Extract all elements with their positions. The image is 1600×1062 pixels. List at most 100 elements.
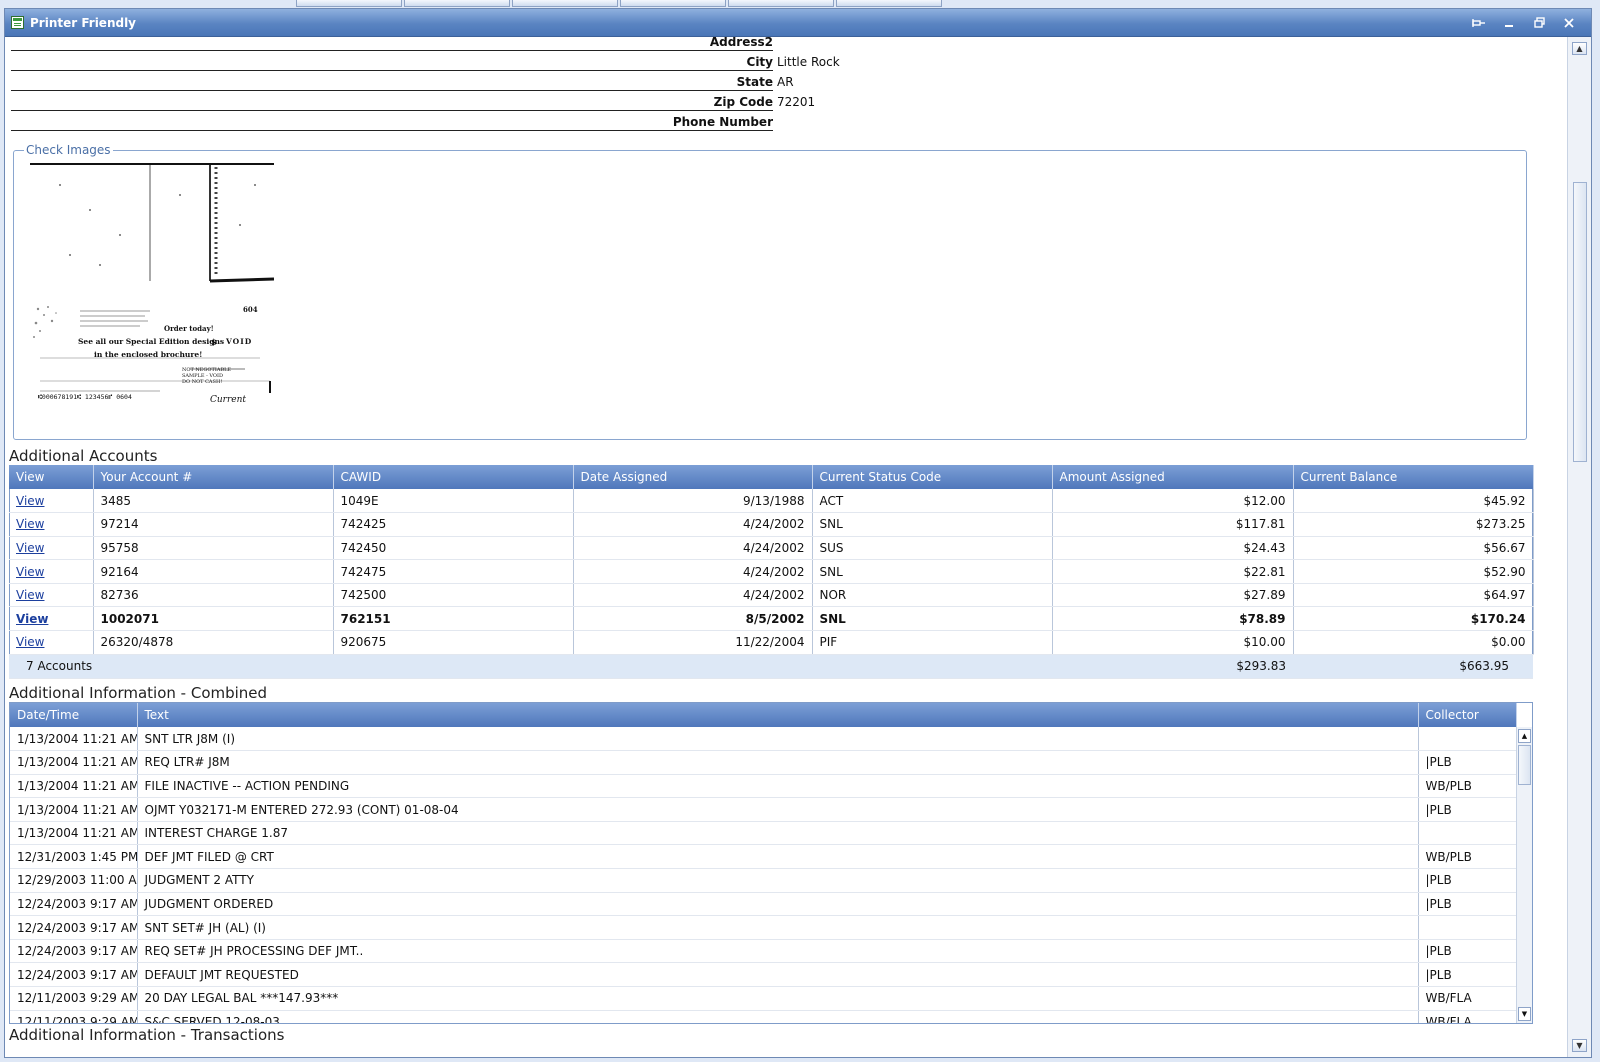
cawid: 742425	[333, 512, 574, 537]
spreadsheet-icon	[11, 16, 24, 29]
current-balance: $45.92	[1293, 489, 1534, 514]
printer-friendly-window: Printer Friendly Address2 City Little Ro…	[4, 8, 1592, 1058]
status-code: PIF	[812, 630, 1053, 655]
title-bar[interactable]: Printer Friendly	[5, 9, 1591, 37]
top-tab[interactable]	[404, 0, 510, 7]
accounts-count: 7 Accounts	[9, 654, 333, 679]
col-text[interactable]: Text	[137, 703, 1419, 727]
current-balance: $0.00	[1293, 630, 1534, 655]
account-number: 92164	[93, 559, 334, 584]
info-collector: |PLB	[1418, 868, 1517, 893]
info-row: 12/24/2003 9:17 AM SNT SET# JH (AL) (I)	[10, 915, 1517, 940]
amount-assigned: $10.00	[1052, 630, 1294, 655]
info-collector: WB/FLA	[1418, 1010, 1517, 1023]
scroll-up-icon[interactable]: ▲	[1572, 42, 1587, 55]
top-tab[interactable]	[296, 0, 402, 7]
info-collector: |PLB	[1418, 892, 1517, 917]
scroll-up-icon[interactable]: ▲	[1518, 729, 1531, 743]
info-row: 12/29/2003 11:00 AM JUDGMENT 2 ATTY |PLB	[10, 868, 1517, 893]
col-datetime[interactable]: Date/Time	[10, 703, 138, 727]
current-balance: $273.25	[1293, 512, 1534, 537]
info-collector: |PLB	[1418, 750, 1517, 775]
status-code: SNL	[812, 559, 1053, 584]
top-tab[interactable]	[512, 0, 618, 7]
check-front-image[interactable]: 604 Order today! See all our Special Edi…	[30, 301, 276, 413]
info-collector: WB/FLA	[1418, 986, 1517, 1011]
info-row: 12/24/2003 9:17 AM JUDGMENT ORDERED |PLB	[10, 892, 1517, 917]
combined-scroll-thumb[interactable]	[1518, 745, 1531, 785]
col-amount-assigned[interactable]: Amount Assigned	[1052, 465, 1294, 489]
restore-icon[interactable]	[1531, 15, 1547, 31]
view-link[interactable]: View	[16, 635, 44, 649]
date-assigned: 4/24/2002	[573, 512, 813, 537]
minimize-icon[interactable]	[1501, 15, 1517, 31]
info-collector: |PLB	[1418, 939, 1517, 964]
address2-row: Address2	[11, 37, 773, 51]
check-back-image[interactable]	[30, 163, 275, 285]
check-enclosed: in the enclosed brochure!	[94, 350, 203, 359]
top-tab[interactable]	[620, 0, 726, 7]
view-link[interactable]: View	[16, 588, 44, 602]
view-link[interactable]: View	[16, 565, 44, 579]
info-row: 1/13/2004 11:21 AM FILE INACTIVE -- ACTIO…	[10, 774, 1517, 799]
info-datetime: 12/24/2003 9:17 AM	[10, 892, 138, 917]
col-date-assigned[interactable]: Date Assigned	[573, 465, 813, 489]
info-text: 20 DAY LEGAL BAL ***147.93***	[137, 986, 1419, 1011]
pin-icon[interactable]	[1471, 15, 1487, 31]
view-link[interactable]: View	[16, 494, 44, 508]
zip-label: Zip Code	[713, 95, 773, 109]
status-code: ACT	[812, 489, 1053, 514]
info-text: INTEREST CHARGE 1.87	[137, 821, 1419, 846]
check-dollar: $	[211, 337, 217, 347]
current-balance: $52.90	[1293, 559, 1534, 584]
info-row: 12/24/2003 9:17 AM DEFAULT JMT REQUESTED |…	[10, 962, 1517, 988]
amount-assigned: $117.81	[1052, 512, 1294, 537]
check-order-today: Order today!	[164, 324, 214, 333]
info-datetime: 1/13/2004 11:21 AM	[10, 774, 138, 799]
info-collector: WB/PLB	[1418, 844, 1517, 870]
state-row: State AR	[11, 71, 794, 91]
date-assigned: 4/24/2002	[573, 583, 813, 608]
scroll-down-icon[interactable]: ▼	[1572, 1039, 1587, 1052]
scroll-down-icon[interactable]: ▼	[1518, 1007, 1531, 1021]
account-number: 97214	[93, 512, 334, 537]
top-tab[interactable]	[728, 0, 834, 7]
info-row: 12/24/2003 9:17 AM REQ SET# JH PROCESSING…	[10, 939, 1517, 964]
view-link[interactable]: View	[16, 612, 48, 626]
account-number: 82736	[93, 583, 334, 608]
main-scrollbar[interactable]: ▲ ▼	[1567, 37, 1591, 1057]
current-balance-total: $663.95	[1293, 654, 1533, 679]
info-row: 1/13/2004 11:21 AM OJMT Y032171-M ENTERED…	[10, 797, 1517, 822]
view-link[interactable]: View	[16, 541, 44, 555]
info-collector: |PLB	[1418, 962, 1517, 988]
col-current-balance[interactable]: Current Balance	[1293, 465, 1534, 489]
col-your-account[interactable]: Your Account #	[93, 465, 334, 489]
account-number: 26320/4878	[93, 630, 334, 655]
info-row: 1/13/2004 11:21 AM REQ LTR# J8M |PLB	[10, 750, 1517, 775]
phone-label: Phone Number	[672, 115, 773, 129]
additional-accounts-table: View Your Account # CAWID Date Assigned …	[9, 465, 1534, 679]
col-view[interactable]: View	[9, 465, 94, 489]
main-scroll-thumb[interactable]	[1573, 182, 1587, 462]
col-current-status-code[interactable]: Current Status Code	[812, 465, 1053, 489]
top-tab-strip	[296, 0, 944, 7]
info-row: 12/11/2003 9:29 AM 20 DAY LEGAL BAL ***14…	[10, 986, 1517, 1011]
info-datetime: 12/31/2003 1:45 PM	[10, 844, 138, 870]
close-icon[interactable]	[1561, 15, 1577, 31]
city-label: City	[746, 55, 773, 69]
top-tab[interactable]	[836, 0, 942, 7]
status-code: SUS	[812, 536, 1053, 561]
combined-scrollbar[interactable]: ▲ ▼	[1516, 727, 1532, 1023]
info-datetime: 1/13/2004 11:21 AM	[10, 821, 138, 846]
printer-friendly-content: Address2 City Little Rock State AR Zip C…	[5, 37, 1565, 1057]
view-link[interactable]: View	[16, 517, 44, 531]
col-collector[interactable]: Collector	[1418, 703, 1517, 727]
account-row: View 82736 742500 4/24/2002 NOR $27.89 $…	[9, 583, 1534, 608]
additional-accounts-title: Additional Accounts	[9, 447, 158, 465]
account-row: View 97214 742425 4/24/2002 SNL $117.81 …	[9, 512, 1534, 537]
current-balance: $64.97	[1293, 583, 1534, 608]
col-cawid[interactable]: CAWID	[333, 465, 574, 489]
info-datetime: 12/24/2003 9:17 AM	[10, 962, 138, 988]
status-code: SNL	[812, 512, 1053, 537]
info-collector: WB/PLB	[1418, 774, 1517, 799]
